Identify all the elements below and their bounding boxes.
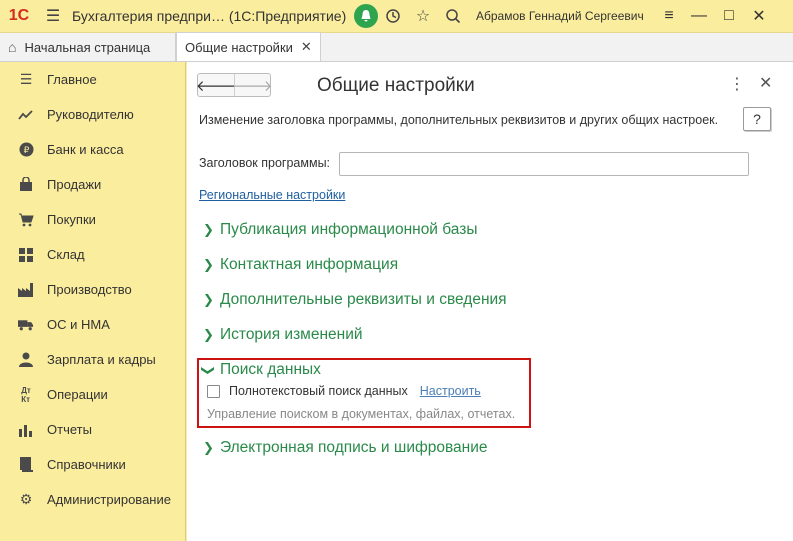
navigation-buttons: 🡐 🡒 (196, 73, 273, 97)
help-button[interactable]: ? (743, 107, 771, 131)
person-icon (18, 352, 34, 368)
sidebar-item-label: Банк и касса (47, 142, 124, 157)
sidebar-item-directories[interactable]: Справочники (0, 447, 185, 482)
history-icon[interactable] (378, 0, 408, 33)
shopping-bag-icon (18, 177, 34, 193)
factory-icon (18, 282, 34, 298)
sidebar-item-label: ОС и НМА (47, 317, 110, 332)
app-logo: 1С (8, 7, 30, 24)
sidebar-item-label: Склад (47, 247, 85, 262)
settings-menu-icon[interactable]: ≡ (654, 0, 684, 33)
sidebar-item-purchases[interactable]: Покупки (0, 202, 185, 237)
minimize-icon[interactable]: — (684, 0, 714, 33)
program-header-label: Заголовок программы: (199, 156, 331, 170)
sidebar-item-label: Руководителю (47, 107, 134, 122)
tab-home[interactable]: ⌂ Начальная страница (0, 33, 176, 61)
sidebar-item-label: Главное (47, 72, 97, 87)
sidebar-item-reports[interactable]: Отчеты (0, 412, 185, 447)
warehouse-grid-icon (18, 247, 34, 263)
book-icon (18, 457, 34, 473)
tab-general-settings[interactable]: Общие настройки ✕ (176, 32, 321, 61)
close-window-icon[interactable]: ✕ (744, 0, 774, 33)
title-bar: 1С ☰ Бухгалтерия предпри… (1С:Предприяти… (0, 0, 793, 33)
chevron-right-icon: ❯ (203, 292, 214, 307)
section-label: Контактная информация (220, 256, 399, 273)
sidebar-item-label: Производство (47, 282, 132, 297)
sidebar-item-operations[interactable]: Дт Кт Операции (0, 377, 185, 412)
hamburger-menu-icon[interactable]: ☰ (38, 0, 68, 33)
program-header-input[interactable] (339, 152, 749, 176)
ruble-coin-icon: ₽ (18, 142, 34, 158)
section-contact-info[interactable]: ❯ Контактная информация (203, 256, 398, 274)
sidebar-item-label: Администрирование (47, 492, 171, 507)
more-options-icon[interactable]: ⋮ (729, 74, 745, 94)
sidebar-item-salary[interactable]: Зарплата и кадры (0, 342, 185, 377)
cart-icon (18, 212, 34, 228)
sidebar-item-label: Справочники (47, 457, 126, 472)
main-content: 🡐 🡒 Общие настройки ⋮ ✕ Изменение заголо… (187, 62, 793, 541)
home-icon: ⌂ (8, 39, 17, 55)
chevron-right-icon: ❯ (203, 440, 214, 455)
section-label: Дополнительные реквизиты и сведения (220, 291, 507, 308)
truck-icon (18, 317, 34, 333)
sidebar-item-production[interactable]: Производство (0, 272, 185, 307)
section-label: История изменений (220, 326, 363, 343)
section-digital-signature[interactable]: ❯ Электронная подпись и шифрование (203, 439, 488, 457)
sidebar-item-label: Покупки (47, 212, 96, 227)
sidebar-item-label: Операции (47, 387, 108, 402)
maximize-icon[interactable]: □ (714, 0, 744, 33)
back-arrow-icon[interactable]: 🡐 (196, 74, 236, 96)
page-description: Изменение заголовка программы, дополните… (199, 113, 719, 127)
chevron-right-icon: ❯ (203, 327, 214, 342)
regional-settings-link[interactable]: Региональные настройки (199, 188, 345, 202)
sidebar-item-bank[interactable]: ₽ Банк и касса (0, 132, 185, 167)
search-icon[interactable] (438, 0, 468, 33)
trend-icon (18, 107, 34, 123)
sidebar-item-sales[interactable]: Продажи (0, 167, 185, 202)
section-label: Электронная подпись и шифрование (220, 439, 488, 456)
forward-arrow-icon[interactable]: 🡒 (232, 74, 273, 96)
menu-lines-icon: ☰ (19, 71, 33, 87)
sidebar-item-main[interactable]: ☰ Главное (0, 62, 185, 97)
sidebar-item-label: Отчеты (47, 422, 92, 437)
tab-label: Общие настройки (185, 39, 293, 55)
notifications-bell-icon[interactable] (354, 4, 378, 28)
tab-bar: ⌂ Начальная страница Общие настройки ✕ (0, 32, 793, 62)
close-form-icon[interactable]: ✕ (759, 73, 772, 93)
favorites-star-icon[interactable]: ☆ (408, 0, 438, 33)
sidebar-item-label: Зарплата и кадры (47, 352, 156, 367)
tab-label: Начальная страница (24, 39, 151, 55)
gear-icon: ⚙ (19, 491, 33, 507)
bar-chart-icon (18, 422, 34, 438)
window-title: Бухгалтерия предпри… (1С:Предприятие) (72, 8, 347, 24)
chevron-right-icon: ❯ (203, 257, 214, 272)
chevron-right-icon: ❯ (203, 222, 214, 237)
sidebar-item-administration[interactable]: ⚙ Администрирование (0, 482, 185, 517)
svg-text:₽: ₽ (23, 146, 29, 156)
section-additional-attributes[interactable]: ❯ Дополнительные реквизиты и сведения (203, 291, 507, 309)
section-change-history[interactable]: ❯ История изменений (203, 326, 363, 344)
sidebar-item-fixed-assets[interactable]: ОС и НМА (0, 307, 185, 342)
highlight-frame (197, 358, 531, 428)
sidebar: ☰ Главное Руководителю ₽ Банк и касса Пр… (0, 62, 186, 541)
debit-credit-icon: Дт Кт (21, 385, 31, 404)
user-name[interactable]: Абрамов Геннадий Сергеевич (476, 9, 654, 23)
section-label: Публикация информационной базы (220, 221, 478, 238)
section-publication[interactable]: ❯ Публикация информационной базы (203, 221, 478, 239)
page-title: Общие настройки (317, 75, 475, 96)
sidebar-item-manager[interactable]: Руководителю (0, 97, 185, 132)
sidebar-item-warehouse[interactable]: Склад (0, 237, 185, 272)
sidebar-item-label: Продажи (47, 177, 102, 192)
close-tab-icon[interactable]: ✕ (301, 39, 312, 55)
